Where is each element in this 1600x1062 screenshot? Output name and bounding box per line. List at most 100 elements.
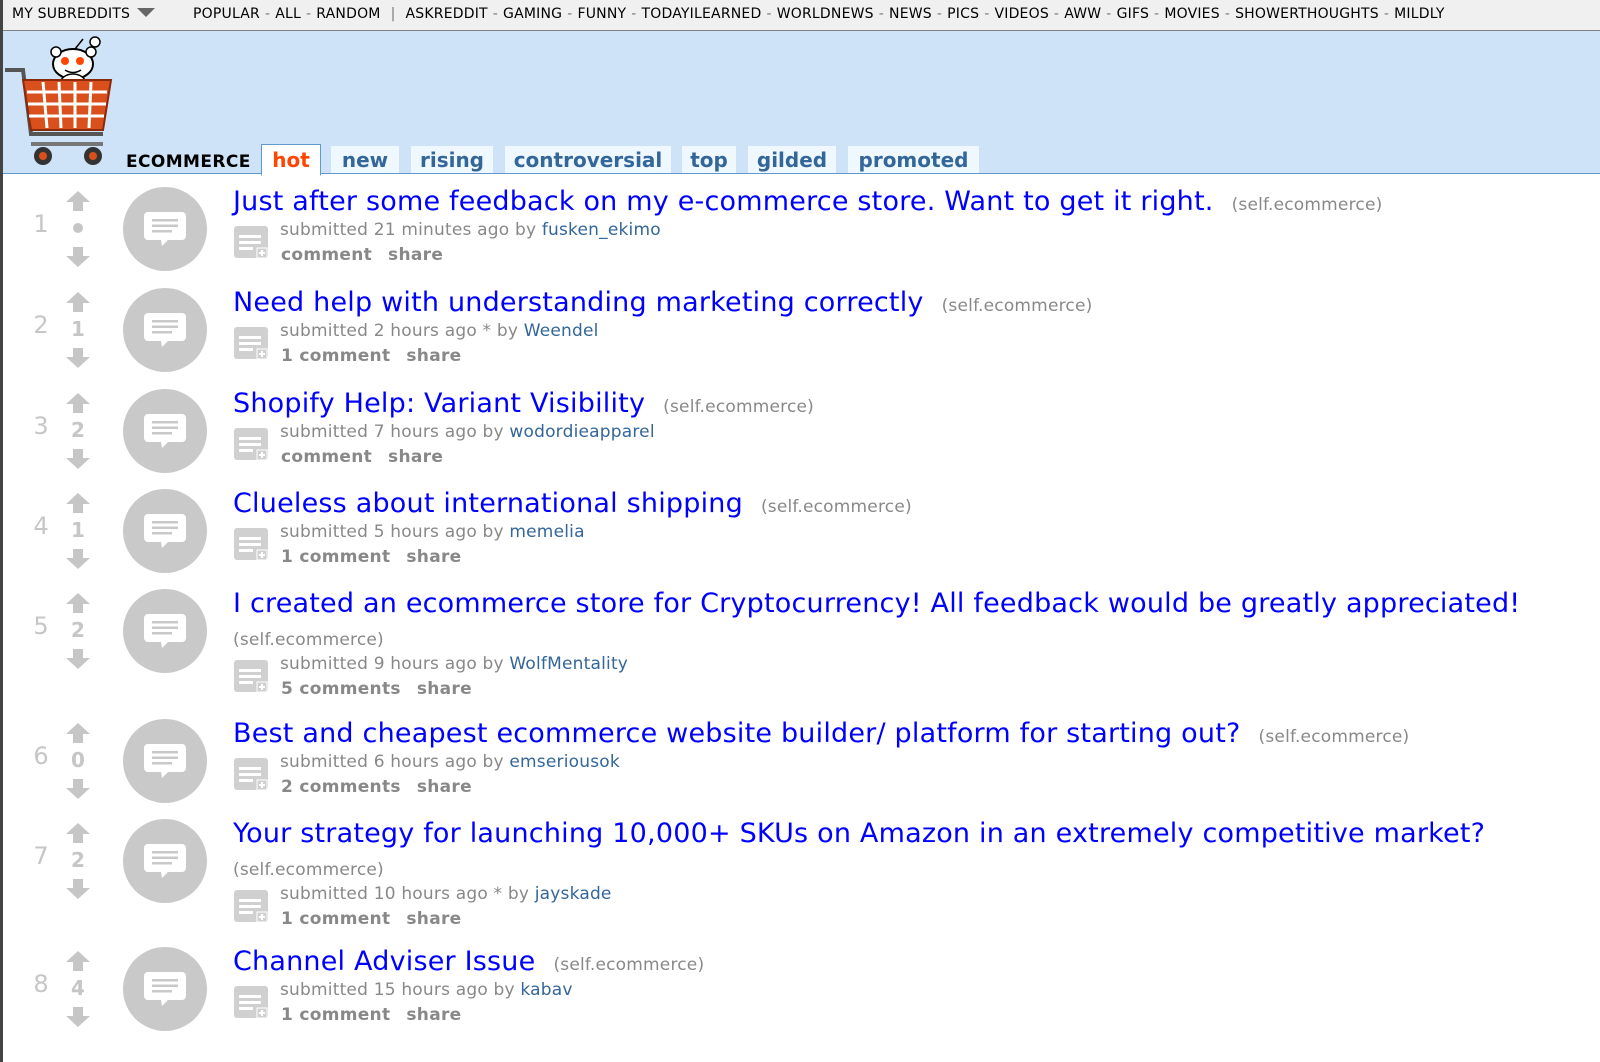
downvote-arrow-icon[interactable] [65,1006,91,1028]
downvote-arrow-icon[interactable] [65,778,91,800]
tab-rising[interactable]: rising [411,146,493,173]
author-link[interactable]: memelia [509,522,584,542]
upvote-arrow-icon[interactable] [65,722,91,744]
post-domain[interactable]: (self.ecommerce) [233,630,384,650]
downvote-arrow-icon[interactable] [65,548,91,570]
nav-link-movies[interactable]: MOVIES [1164,6,1220,22]
nav-link-pics[interactable]: PICS [947,6,979,22]
post-domain[interactable]: (self.ecommerce) [233,860,384,880]
expand-text-icon[interactable] [233,888,269,924]
share-link[interactable]: share [406,909,461,929]
downvote-arrow-icon[interactable] [65,246,91,268]
nav-link-todayilearned[interactable]: TODAYILEARNED [642,6,762,22]
comments-link[interactable]: comment [281,245,372,265]
downvote-arrow-icon[interactable] [65,347,91,369]
upvote-arrow-icon[interactable] [65,592,91,614]
subreddit-logo-cart-icon[interactable] [3,34,115,170]
upvote-arrow-icon[interactable] [65,492,91,514]
author-link[interactable]: kabav [520,980,572,1000]
nav-link-mildly[interactable]: MILDLY [1394,6,1444,22]
tab-top[interactable]: top [682,146,736,173]
upvote-arrow-icon[interactable] [65,950,91,972]
comments-link[interactable]: comment [281,447,372,467]
nav-link-worldnews[interactable]: WORLDNEWS [777,6,874,22]
self-post-thumbnail[interactable] [123,389,207,473]
post-domain[interactable]: (self.ecommerce) [942,296,1093,316]
share-link[interactable]: share [406,346,461,366]
self-post-thumbnail[interactable] [123,719,207,803]
share-link[interactable]: share [406,547,461,567]
post-title-link[interactable]: Just after some feedback on my e-commerc… [233,186,1214,217]
nav-link-showerthoughts[interactable]: SHOWERTHOUGHTS [1235,6,1379,22]
upvote-arrow-icon[interactable] [65,392,91,414]
self-post-thumbnail[interactable] [123,819,207,903]
nav-link-askreddit[interactable]: ASKREDDIT [406,6,488,22]
nav-link-all[interactable]: ALL [275,6,301,22]
downvote-arrow-icon[interactable] [65,878,91,900]
author-link[interactable]: jayskade [535,884,612,904]
share-link[interactable]: share [417,679,472,699]
tab-gilded[interactable]: gilded [748,146,836,173]
expand-text-icon[interactable] [233,526,269,562]
nav-link-news[interactable]: NEWS [889,6,932,22]
post-title-link[interactable]: Clueless about international shipping [233,488,743,519]
self-post-thumbnail[interactable] [123,489,207,573]
share-link[interactable]: share [388,245,443,265]
self-post-thumbnail[interactable] [123,589,207,673]
expand-text-icon[interactable] [233,984,269,1020]
expand-text-icon[interactable] [233,756,269,792]
comments-link[interactable]: 5 comments [281,679,401,699]
share-link[interactable]: share [388,447,443,467]
upvote-arrow-icon[interactable] [65,190,91,212]
upvote-arrow-icon[interactable] [65,291,91,313]
tab-hot[interactable]: hot [261,144,321,176]
post-title-link[interactable]: Need help with understanding marketing c… [233,287,924,318]
post-title-link[interactable]: I created an ecommerce store for Cryptoc… [233,588,1520,619]
self-post-thumbnail[interactable] [123,187,207,271]
nav-link-videos[interactable]: VIDEOS [994,6,1048,22]
tab-promoted[interactable]: promoted [848,146,979,173]
tab-new[interactable]: new [331,146,399,173]
expand-text-icon[interactable] [233,426,269,462]
author-link[interactable]: Weendel [524,321,599,341]
author-link[interactable]: WolfMentality [509,654,628,674]
expand-text-icon[interactable] [233,325,269,361]
comments-link[interactable]: 1 comment [281,346,390,366]
post-title-link[interactable]: Channel Adviser Issue [233,946,535,977]
downvote-arrow-icon[interactable] [65,648,91,670]
nav-link-gaming[interactable]: GAMING [503,6,562,22]
author-link[interactable]: emseriousok [509,752,620,772]
comments-link[interactable]: 1 comment [281,1005,390,1025]
post-title-link[interactable]: Best and cheapest ecommerce website buil… [233,718,1241,749]
comments-link[interactable]: 1 comment [281,547,390,567]
post-domain[interactable]: (self.ecommerce) [663,397,814,417]
post-domain[interactable]: (self.ecommerce) [553,955,704,975]
subreddit-name[interactable]: ECOMMERCE [126,152,251,172]
self-post-thumbnail[interactable] [123,288,207,372]
tab-controversial[interactable]: controversial [505,146,671,173]
author-link[interactable]: wodordieapparel [509,422,654,442]
post-domain[interactable]: (self.ecommerce) [761,497,912,517]
comments-link[interactable]: 2 comments [281,777,401,797]
nav-link-aww[interactable]: AWW [1064,6,1101,22]
self-post-thumbnail[interactable] [123,947,207,1031]
post-domain[interactable]: (self.ecommerce) [1232,195,1383,215]
share-link[interactable]: share [406,1005,461,1025]
nav-link-popular[interactable]: POPULAR [193,6,260,22]
nav-link-gifs[interactable]: GIFS [1117,6,1149,22]
post-title-link[interactable]: Shopify Help: Variant Visibility [233,388,645,419]
upvote-arrow-icon[interactable] [65,822,91,844]
my-subreddits-dropdown[interactable]: MY SUBREDDITS [12,6,156,22]
comments-link[interactable]: 1 comment [281,909,390,929]
post-title-link[interactable]: Your strategy for launching 10,000+ SKUs… [233,818,1485,849]
nav-link-random[interactable]: RANDOM [316,6,380,22]
expand-text-icon[interactable] [233,224,269,260]
post-rank: 1 [33,210,49,238]
downvote-arrow-icon[interactable] [65,448,91,470]
share-link[interactable]: share [417,777,472,797]
chevron-down-icon[interactable] [137,8,156,17]
post-domain[interactable]: (self.ecommerce) [1259,727,1410,747]
author-link[interactable]: fusken_ekimo [542,220,661,240]
nav-link-funny[interactable]: FUNNY [577,6,626,22]
expand-text-icon[interactable] [233,658,269,694]
